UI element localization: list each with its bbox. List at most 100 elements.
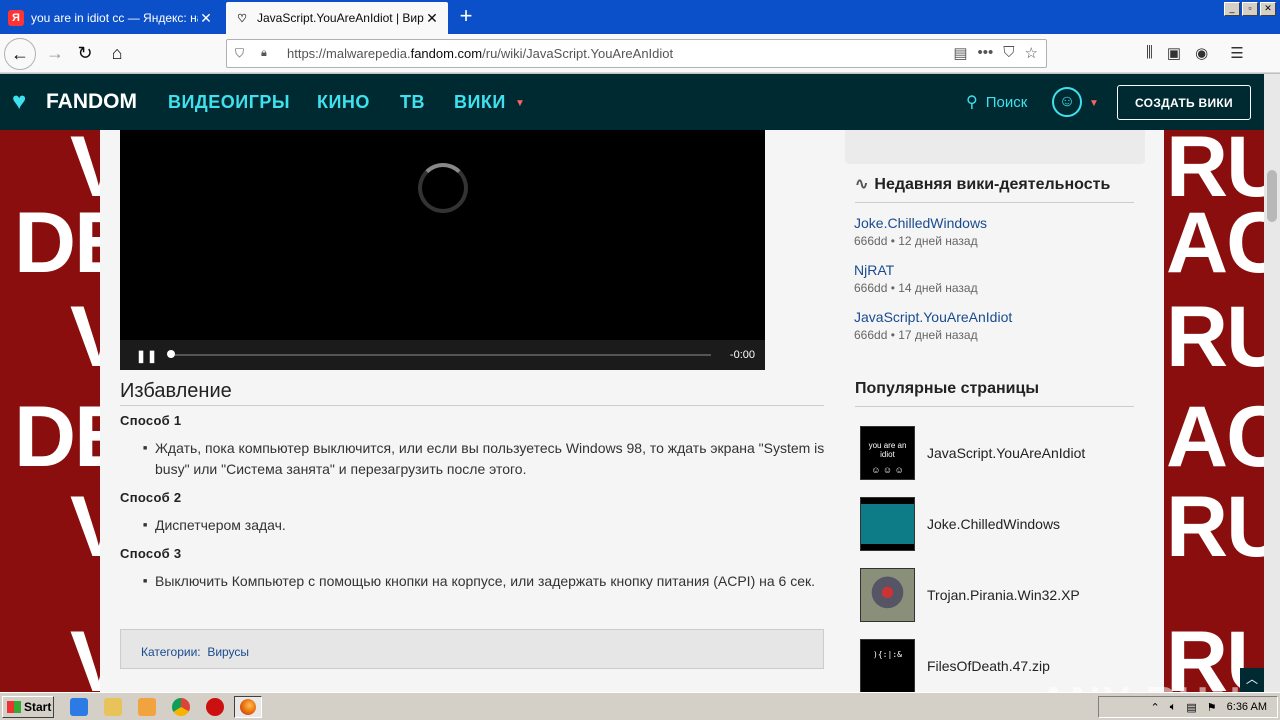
flag-icon[interactable]: ⚑ xyxy=(1207,701,1217,714)
system-tray: ⌃ 🔈︎ ▤ ⚑ 6:36 AM xyxy=(1098,696,1278,718)
page-scrollbar[interactable] xyxy=(1264,74,1280,692)
minimize-button[interactable]: _ xyxy=(1224,2,1240,16)
opera-icon[interactable] xyxy=(206,698,224,716)
firefox-icon xyxy=(240,699,256,715)
list-item: Выключить Компьютер с помощью кнопки на … xyxy=(143,571,825,592)
activity-pulse-icon: ∿ xyxy=(855,176,869,193)
volume-icon[interactable]: 🔈︎ xyxy=(1170,701,1177,714)
pocket-icon[interactable]: ⛉ xyxy=(1003,44,1014,62)
account-icon[interactable]: ◉ xyxy=(1195,44,1208,62)
loading-spinner-icon xyxy=(418,163,468,213)
activity-meta: 666dd • 17 дней назад xyxy=(854,328,978,342)
page-thumbnail xyxy=(860,497,915,551)
clock[interactable]: 6:36 AM xyxy=(1227,701,1267,713)
user-avatar-icon[interactable]: ☺ xyxy=(1052,87,1082,117)
bookmark-star-icon[interactable]: ☆ xyxy=(1025,44,1038,62)
video-progress-handle[interactable] xyxy=(167,350,175,358)
activity-meta: 666dd • 14 дней назад xyxy=(854,281,978,295)
fandom-icon: ♡ xyxy=(237,12,247,25)
sidebar-icon[interactable]: ▣ xyxy=(1167,44,1181,62)
page-thumbnail: you are an idiot ☺ ☺ ☺ xyxy=(860,426,915,480)
reload-button[interactable]: ↻ xyxy=(70,38,100,68)
close-window-button[interactable]: ✕ xyxy=(1260,2,1276,16)
new-tab-button[interactable]: + xyxy=(454,5,478,29)
popular-page-item[interactable]: Trojan.Pirania.Win32.XP xyxy=(860,568,1140,622)
fandom-logo[interactable]: ♥ FANDOM xyxy=(12,88,137,116)
nav-videogames[interactable]: ВИДЕОИГРЫ xyxy=(168,92,290,113)
page-thumbnail xyxy=(860,568,915,622)
method-title: Способ 1 xyxy=(120,413,182,428)
nav-tv[interactable]: ТВ xyxy=(400,92,425,113)
pause-icon[interactable]: ❚❚ xyxy=(136,349,158,363)
firefox-taskbar-button[interactable] xyxy=(234,696,262,718)
media-player-icon[interactable] xyxy=(138,698,156,716)
background-word: RUS xyxy=(1166,289,1264,385)
scroll-to-top-button[interactable]: ︿ xyxy=(1240,668,1264,692)
rail-module xyxy=(845,130,1145,164)
library-icon[interactable]: ⫼ xyxy=(1146,44,1153,62)
home-button[interactable]: ⌂ xyxy=(102,38,132,68)
close-icon[interactable]: ✕ xyxy=(424,10,440,27)
close-icon[interactable]: ✕ xyxy=(198,10,214,27)
list-item: Диспетчером задач. xyxy=(143,515,825,536)
ie-icon[interactable] xyxy=(70,698,88,716)
page-viewport: V DET V DET V V RUS ACTI RUS ACTI RUS RU… xyxy=(0,74,1264,692)
popular-page-item[interactable]: you are an idiot ☺ ☺ ☺ JavaScript.YouAre… xyxy=(860,426,1140,480)
shield-icon[interactable]: ⛉ xyxy=(235,46,249,61)
chevron-down-icon: ▼ xyxy=(515,98,525,109)
video-time: -0:00 xyxy=(729,349,755,361)
activity-link[interactable]: JavaScript.YouAreAnIdiot xyxy=(854,309,1012,325)
category-link[interactable]: Вирусы xyxy=(207,645,249,659)
chrome-icon[interactable] xyxy=(172,698,190,716)
nav-movies[interactable]: КИНО xyxy=(317,92,370,113)
fandom-global-nav: ♥ FANDOM ВИДЕОИГРЫ КИНО ТВ ВИКИ ▼ ⚲ Поис… xyxy=(0,74,1264,130)
network-icon[interactable]: ▤ xyxy=(1186,701,1196,714)
restore-button[interactable]: ▫ xyxy=(1242,2,1258,16)
method-title: Способ 3 xyxy=(120,546,182,561)
popular-page-item[interactable]: Joke.ChilledWindows xyxy=(860,497,1140,551)
scrollbar-thumb[interactable] xyxy=(1267,170,1277,222)
chevron-down-icon: ▼ xyxy=(1089,98,1099,109)
address-bar[interactable]: ⛉ 🔒︎ https://malwarepedia.fandom.com/ru/… xyxy=(226,39,1047,68)
explorer-icon[interactable] xyxy=(104,698,122,716)
nav-wikis[interactable]: ВИКИ xyxy=(454,92,506,113)
categories-label: Категории: xyxy=(141,645,201,659)
section-heading: Избавление xyxy=(120,380,824,406)
page-thumbnail: ){:|:& xyxy=(860,639,915,692)
windows-logo-icon xyxy=(7,701,21,713)
list-item: Ждать, пока компьютер выключится, или ес… xyxy=(143,438,825,480)
tab-fandom[interactable]: ♡ JavaScript.YouAreAnIdiot | Вирус ✕ xyxy=(226,2,448,34)
yandex-icon: Я xyxy=(8,10,24,26)
popular-pages-heading: Популярные страницы xyxy=(855,380,1134,407)
tab-yandex[interactable]: Я you are in idiot cc — Яндекс: наш ✕ xyxy=(0,2,222,34)
background-word: ACTI xyxy=(1166,389,1264,485)
back-button[interactable]: ← xyxy=(4,38,36,70)
video-controls: ❚❚ -0:00 xyxy=(120,340,765,370)
activity-link[interactable]: Joke.ChilledWindows xyxy=(854,215,987,231)
url-text: https://malwarepedia.fandom.com/ru/wiki/… xyxy=(287,46,674,61)
navigation-toolbar: ← → ↻ ⌂ ⛉ 🔒︎ https://malwarepedia.fandom… xyxy=(0,34,1280,73)
reader-view-icon[interactable]: ▤ xyxy=(953,44,967,62)
menu-icon[interactable]: ☰ xyxy=(1230,44,1243,62)
more-actions-icon[interactable]: ••• xyxy=(978,44,994,62)
tab-title: JavaScript.YouAreAnIdiot | Вирус xyxy=(257,11,424,25)
tab-strip: Я you are in idiot cc — Яндекс: наш ✕ ♡ … xyxy=(0,0,1280,34)
video-progress-bar[interactable] xyxy=(168,354,711,356)
window-controls: _ ▫ ✕ xyxy=(1224,2,1276,16)
categories-box: Категории: Вирусы xyxy=(120,629,824,669)
windows-taskbar: Start ⌃ 🔈︎ ▤ ⚑ 6:36 AM xyxy=(0,692,1280,720)
video-player[interactable]: ❚❚ -0:00 xyxy=(120,130,765,370)
start-button[interactable]: Start xyxy=(2,696,54,718)
tab-title: you are in idiot cc — Яндекс: наш xyxy=(31,11,198,25)
search-icon: ⚲ xyxy=(966,94,978,111)
search-button[interactable]: ⚲ Поиск xyxy=(966,92,1027,112)
activity-link[interactable]: NjRAT xyxy=(854,262,894,278)
background-word: ACTI xyxy=(1166,195,1264,291)
forward-button[interactable]: → xyxy=(40,38,70,68)
create-wiki-button[interactable]: СОЗДАТЬ ВИКИ xyxy=(1117,85,1251,120)
anyrun-watermark: ANY RUN xyxy=(1038,678,1243,692)
lock-icon[interactable]: 🔒︎ xyxy=(261,47,275,60)
recent-activity-heading: ∿ Недавняя вики-деятельность xyxy=(855,174,1134,203)
activity-meta: 666dd • 12 дней назад xyxy=(854,234,978,248)
tray-expand-icon[interactable]: ⌃ xyxy=(1151,701,1160,714)
